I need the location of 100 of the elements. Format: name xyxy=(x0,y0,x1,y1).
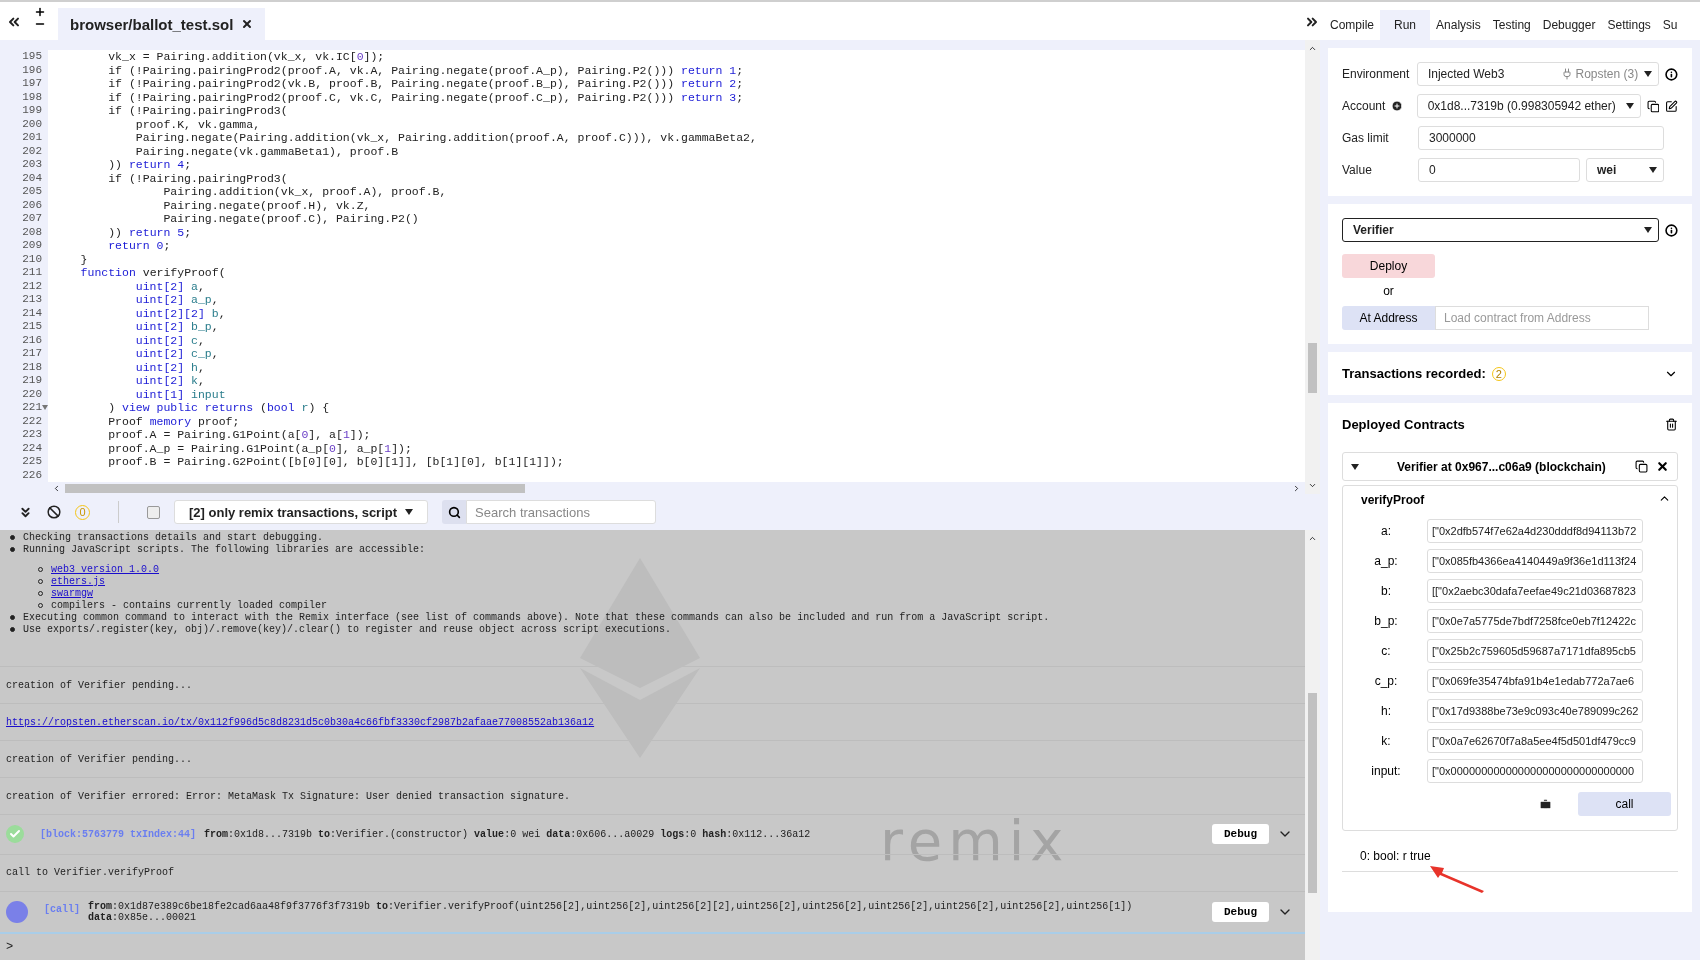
parameter-field[interactable]: ["0x085fb4366ea4140449a9f36e1d113f24 xyxy=(1427,549,1643,573)
parameter-label: a_p: xyxy=(1373,554,1399,568)
info-icon[interactable] xyxy=(1665,67,1678,81)
environment-select[interactable]: Injected Web3 Ropsten (3) xyxy=(1416,62,1660,86)
parameter-field[interactable]: ["0x000000000000000000000000000000 xyxy=(1427,759,1643,783)
transaction-link[interactable]: https://ropsten.etherscan.io/tx/0x112f996d5c8d8231d5c0b30a4c66fbf3330cf2987b2afaae77008552ab136a12 xyxy=(6,716,595,728)
search-icon[interactable] xyxy=(442,500,467,524)
code-line: Pairing.negate(Pairing.addition(vk_x, Pairing.addition(proof.A, proof.C))), vk.gammaBeta2, xyxy=(134,131,758,145)
close-icon[interactable] xyxy=(241,18,254,30)
code-line: Proof memory proof; xyxy=(107,414,241,428)
line-number: 222 xyxy=(21,414,42,428)
line-number: 211 xyxy=(21,266,42,280)
caret-icon[interactable] xyxy=(1351,463,1359,470)
parameter-field[interactable]: [["0x2aebc30dafa7eefae49c21d03687823 xyxy=(1427,579,1643,603)
line-number: 216 xyxy=(21,333,42,347)
help-text: compilers - contains currently loaded compiler xyxy=(51,600,328,611)
filter-checkbox[interactable] xyxy=(147,505,160,519)
unit-select[interactable]: wei xyxy=(1586,158,1664,182)
scrollbar-thumb[interactable] xyxy=(65,483,525,493)
parameter-field[interactable]: ["0x069fe35474bfa91b4e1edab772a7ae6 xyxy=(1427,669,1643,693)
scroll-up-icon[interactable] xyxy=(1308,534,1317,543)
bullet-icon xyxy=(10,614,15,620)
code-line: if (!Pairing.pairingProd3( xyxy=(107,104,289,118)
debug-button[interactable]: Debug xyxy=(1212,824,1269,845)
help-text: Use exports/.register(key, obj)/.remove(key)/.clear() to register and reuse object across script executions. xyxy=(23,624,672,635)
close-icon[interactable] xyxy=(1656,460,1669,473)
call-button[interactable]: call xyxy=(1578,792,1671,816)
scroll-down-icon[interactable] xyxy=(1308,481,1317,490)
log-message: call to Verifier.verifyProof xyxy=(6,867,175,879)
code-line: )) return 4; xyxy=(107,158,193,172)
code-line: proof.K, vk.gamma, xyxy=(134,117,262,131)
library-link[interactable]: ethers.js xyxy=(51,576,105,587)
section-title: Transactions recorded: xyxy=(1342,366,1486,381)
contract-select[interactable]: Verifier xyxy=(1342,218,1660,242)
caret-icon[interactable] xyxy=(1625,103,1634,109)
parameter-label: input: xyxy=(1370,764,1402,778)
parameter-field[interactable]: ["0x0e7a5775de7bdf7258fce0eb7f12422c xyxy=(1427,609,1643,633)
file-tab[interactable]: browser/ballot_test.sol xyxy=(58,8,266,40)
trash-icon[interactable] xyxy=(1665,418,1678,431)
code-line: if (!Pairing.pairingProd3( xyxy=(107,171,289,185)
prompt[interactable]: > xyxy=(6,940,14,954)
line-number: 204 xyxy=(21,171,42,185)
copy-icon[interactable] xyxy=(1646,99,1660,113)
gas-limit-field[interactable]: 3000000 xyxy=(1418,126,1664,150)
line-number: 198 xyxy=(21,90,42,104)
call-details: from:0x1d87e389c6be18fe2cad6aa48f9f3776f3f7319b to:Verifier.verifyProof(uint256[2],uint256[2],uint256[2][2],uint256[2],uint256[2],uint256[2],uint256[2],uint256[2],uint256[1]) xyxy=(88,900,1133,912)
fold-icon[interactable] xyxy=(42,405,48,410)
line-number: 225 xyxy=(21,455,42,469)
section-title: Deployed Contracts xyxy=(1342,417,1465,432)
briefcase-icon[interactable] xyxy=(1539,797,1552,811)
line-number: 226 xyxy=(21,468,42,482)
code-line: vk_x = Pairing.addition(vk_x, vk.IC[0]); xyxy=(107,50,386,64)
plug-icon xyxy=(1560,68,1573,80)
code-line: )) return 5; xyxy=(107,225,193,239)
code-line: return 0; xyxy=(107,239,172,253)
parameter-field[interactable]: ["0x2dfb574f7e62a4d230dddf8d94113b72 xyxy=(1427,519,1643,543)
code-line: Pairing.negate(proof.H), vk.Z, xyxy=(162,198,372,212)
info-icon[interactable] xyxy=(1665,223,1678,237)
scroll-up-icon[interactable] xyxy=(1308,44,1317,53)
line-number: 202 xyxy=(21,144,42,158)
code-line: if (!Pairing.pairingProd2(vk.B, proof.B, Pairing.negate(proof.B_p), Pairing.P2())) return 2; xyxy=(107,77,745,91)
caret-icon[interactable] xyxy=(1644,227,1653,233)
caret-icon[interactable] xyxy=(405,509,414,515)
parameter-field[interactable]: ["0x17d9388be73e9c093c40e789099c262 xyxy=(1427,699,1644,723)
panel-tab[interactable]: Run xyxy=(1380,10,1431,40)
debug-button[interactable]: Debug xyxy=(1212,901,1269,922)
line-number: 220 xyxy=(21,387,42,401)
bullet-icon xyxy=(10,534,15,540)
copy-icon[interactable] xyxy=(1635,460,1648,473)
scroll-right-icon[interactable] xyxy=(1292,483,1301,493)
filter-dropdown[interactable]: [2] only remix transactions, script xyxy=(174,500,429,524)
edit-icon[interactable] xyxy=(1665,99,1678,113)
clear-icon[interactable] xyxy=(47,505,61,519)
line-number: 209 xyxy=(21,239,42,253)
network-name: Ropsten (3) xyxy=(1575,67,1639,81)
line-number: 205 xyxy=(21,185,42,199)
deploy-button[interactable]: Deploy xyxy=(1342,254,1435,278)
line-number: 223 xyxy=(21,428,42,442)
scrollbar-thumb[interactable] xyxy=(1308,693,1317,893)
search-field[interactable]: Search transactions xyxy=(466,500,657,524)
value-field[interactable]: 0 xyxy=(1418,158,1580,182)
caret-icon[interactable] xyxy=(1649,167,1657,173)
help-text: Executing common command to interact with the Remix interface (see list of commands above). Note that these commands can also be included and run from a JavaScript script. xyxy=(23,612,1050,623)
scroll-left-icon[interactable] xyxy=(52,483,61,493)
add-account-icon[interactable] xyxy=(1391,100,1404,112)
code-line: uint[2][2] b, xyxy=(134,306,227,320)
parameter-field[interactable]: ["0x0a7e62670f7a8a5ee4f5d501df479cc9 xyxy=(1427,729,1643,753)
line-number: 214 xyxy=(21,306,42,320)
line-number: 213 xyxy=(21,293,42,307)
line-number: 210 xyxy=(21,252,42,266)
scrollbar-thumb[interactable] xyxy=(1308,343,1317,393)
parameter-field[interactable]: ["0x25b2c759605d59687a7171dfa895cb5 xyxy=(1427,639,1643,663)
caret-icon[interactable] xyxy=(1644,71,1653,77)
contract-instance[interactable]: Verifier at 0x967...c06a9 (blockchain) xyxy=(1342,452,1678,481)
transaction-details: from:0x1d8...7319b to:Verifier.(constructor) value:0 wei data:0x606...a0029 logs:0 hash:0x112...36a12 xyxy=(204,828,811,840)
library-link[interactable]: swarmgw xyxy=(51,588,93,599)
call-data: data:0x85e...00021 xyxy=(88,911,198,923)
account-select[interactable]: 0x1d8...7319b (0.998305942 ether) xyxy=(1416,94,1641,118)
library-link[interactable]: web3 version 1.0.0 xyxy=(51,564,160,575)
at-address-button[interactable]: At Address xyxy=(1342,306,1435,330)
